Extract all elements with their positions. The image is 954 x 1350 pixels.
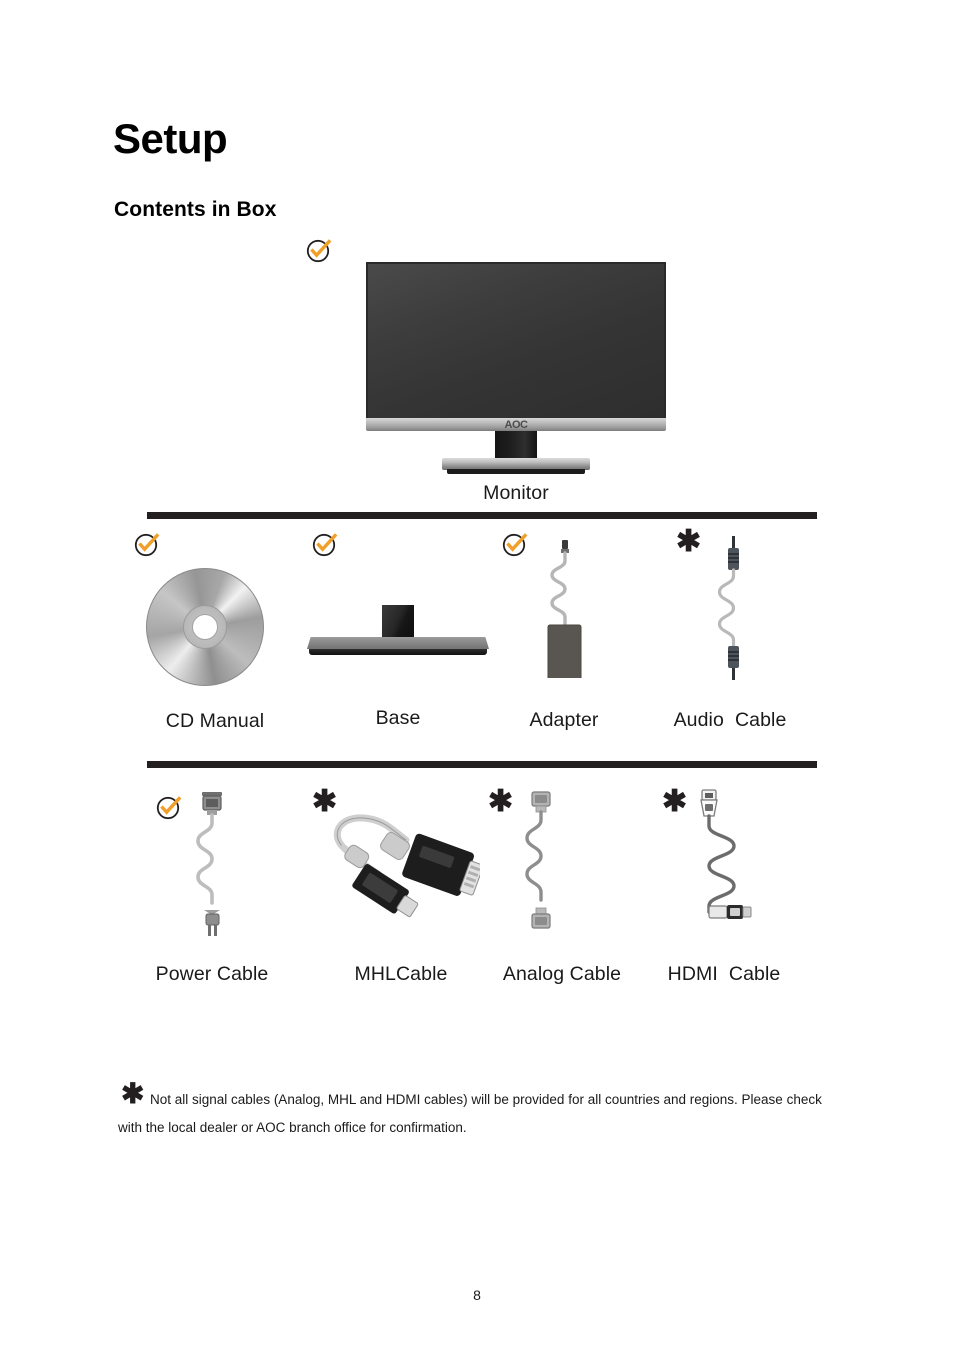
cd-disc-icon: [146, 568, 264, 686]
base-plate-edge: [309, 649, 487, 655]
page-title: Setup: [113, 115, 228, 162]
base-plate: [307, 637, 489, 649]
check-circle-icon: [312, 531, 338, 557]
item-label-audio-cable: Audio Cable: [673, 709, 787, 731]
item-label-analog-cable: Analog Cable: [502, 963, 622, 985]
check-circle-icon: [306, 237, 332, 263]
power-cable-icon: [182, 790, 252, 940]
item-label-power-cable: Power Cable: [155, 963, 269, 985]
page-number: 8: [473, 1287, 481, 1303]
footnote: Not all signal cables (Analog, MHL and H…: [118, 1086, 834, 1142]
monitor-base-icon: [307, 605, 489, 660]
asterisk-icon: ✱: [676, 525, 702, 558]
audio-cable-icon: [700, 536, 770, 681]
hdmi-cable-icon: [684, 788, 774, 928]
monitor-screen: [366, 262, 666, 418]
section-title: Contents in Box: [114, 198, 277, 221]
item-label-cd-manual: CD Manual: [165, 710, 265, 732]
monitor-image: AOC: [366, 262, 666, 474]
power-adapter-icon: [524, 538, 604, 678]
mhl-cable-icon: [320, 808, 480, 928]
cd-center-hole: [192, 614, 218, 640]
monitor-stand-base-shadow: [447, 469, 585, 474]
analog-cable-icon: [510, 790, 580, 940]
check-circle-icon: [134, 531, 160, 557]
item-label-monitor: Monitor: [483, 482, 549, 504]
item-label-base: Base: [375, 707, 421, 729]
item-label-hdmi-cable: HDMI Cable: [667, 963, 781, 985]
check-circle-icon: [156, 794, 182, 820]
item-label-adapter: Adapter: [529, 709, 599, 731]
aoc-logo: AOC: [504, 419, 528, 431]
footnote-text: Not all signal cables (Analog, MHL and H…: [118, 1092, 822, 1135]
manual-page: Setup Contents in Box AOC Monitor CD Man…: [0, 0, 954, 1350]
section-divider-bottom: [147, 761, 817, 768]
section-divider-top: [147, 512, 817, 519]
item-label-mhl-cable: MHLCable: [354, 963, 448, 985]
